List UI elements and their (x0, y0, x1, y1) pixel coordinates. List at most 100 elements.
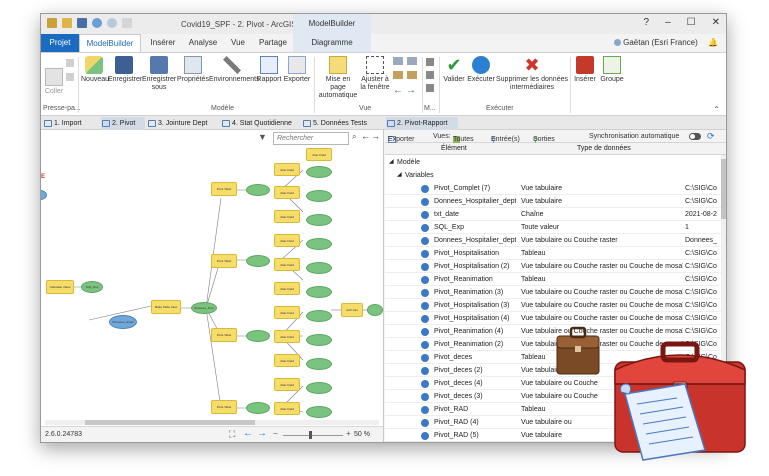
table-row[interactable]: Pivot_Reanimation (3) Vue tabulaire ou Co… (385, 286, 721, 299)
field-output-variable[interactable] (306, 166, 332, 178)
exporter-button[interactable]: Exporter (283, 56, 311, 84)
zoom-level[interactable]: 50 % (354, 431, 370, 438)
proprietes-button[interactable]: Propriétés (177, 56, 209, 84)
save-icon[interactable] (77, 18, 87, 28)
model-canvas[interactable]: ▼ Rechercher ⌕ ← → E Calculate Value SQL… (41, 130, 384, 442)
minimize-button[interactable]: – (665, 17, 671, 28)
table-row[interactable]: Pivot_Complet (7) Vue tabulaire C:\SIG\Co (385, 182, 721, 195)
pivot-output-variable[interactable] (246, 330, 270, 342)
donnees-hospi-input[interactable]: Donnees_Hospi (109, 315, 137, 329)
inserer-button[interactable]: Insérer (572, 56, 598, 84)
bell-icon[interactable]: 🔔 (708, 38, 718, 47)
nouveau-button[interactable]: Nouveau (81, 56, 109, 84)
table-row[interactable]: Donnees_Hospitalier_dept (Vue tabulaire C… (385, 195, 721, 208)
pivot-output-variable[interactable] (246, 184, 270, 196)
field-output-variable[interactable] (306, 286, 332, 298)
alter-field-tool[interactable]: Alter Field (274, 306, 300, 319)
lock-icon[interactable] (393, 71, 403, 79)
pivot-output-variable[interactable] (246, 255, 270, 267)
customize-icon[interactable] (122, 18, 132, 28)
alter-field-tool[interactable]: Alter Field (274, 163, 300, 176)
redo-icon[interactable] (107, 18, 117, 28)
expand-triangle-icon[interactable]: ◢ (389, 156, 394, 169)
tab-model-stat-quotidienne[interactable]: 4. Stat Quotidienne (221, 117, 299, 130)
grid-icon[interactable] (407, 57, 417, 65)
tab-vue[interactable]: Vue (223, 34, 253, 52)
table-row[interactable]: SQL_Exp Toute valeur 1 (385, 221, 721, 234)
field-output-variable[interactable] (306, 238, 332, 250)
table-row[interactable]: Pivot_Hospitalisation Tableau C:\SIG\Co (385, 247, 721, 260)
alter-field-tool[interactable]: Alter Field (274, 282, 300, 295)
alter-field-tool[interactable]: Alter Field (306, 148, 332, 161)
join-output-variable[interactable] (367, 304, 383, 316)
tab-analyse[interactable]: Analyse (183, 34, 223, 52)
table-row[interactable]: Pivot_Hospitalisation (3) Vue tabulaire o… (385, 299, 721, 312)
back-arrow-icon[interactable]: ← (243, 428, 253, 439)
environnements-button[interactable]: Environnements (209, 56, 260, 84)
sql-exp-variable[interactable]: SQL_Exp (81, 281, 103, 293)
field-output-variable[interactable] (306, 262, 332, 274)
supprimer-donnees-button[interactable]: ✖ Supprimer les données intermédiaires (496, 56, 568, 92)
paste-button[interactable]: Coller (43, 56, 65, 96)
tab-model-donnees-tests[interactable]: 5. Données Tests (302, 117, 382, 130)
table-row[interactable]: txt_date Chaîne 2021-08-2 (385, 208, 721, 221)
refresh-icon[interactable]: ⟳ (707, 131, 715, 142)
field-output-variable[interactable] (306, 214, 332, 226)
field-output-variable[interactable] (306, 310, 332, 322)
field-output-variable[interactable] (306, 334, 332, 346)
column-type[interactable]: Type de données (577, 145, 631, 152)
user-account[interactable]: Gaëtan (Esri France) 🔔 (613, 38, 718, 47)
alter-field-tool[interactable]: Alter Field (274, 186, 300, 199)
collapse-ribbon-icon[interactable]: ⌃ (713, 105, 720, 114)
pan-icon[interactable] (426, 71, 434, 79)
tab-diagramme[interactable]: Diagramme (293, 34, 371, 52)
connect-icon[interactable] (426, 84, 434, 92)
tree-node-modele[interactable]: ◢ Modèle (385, 156, 726, 169)
tab-partage[interactable]: Partage (253, 34, 293, 52)
table-row[interactable]: Pivot_Hospitalisation (2) Vue tabulaire o… (385, 260, 721, 273)
alter-field-tool[interactable]: Alter Field (274, 378, 300, 391)
mise-en-page-button[interactable]: Mise en page automatique (317, 56, 359, 100)
alter-field-tool[interactable]: Alter Field (274, 330, 300, 343)
table-row[interactable]: Pivot_Reanimation Tableau C:\SIG\Co (385, 273, 721, 286)
make-table-view-tool[interactable]: Make Table View (151, 300, 181, 314)
field-output-variable[interactable] (306, 406, 332, 418)
tab-modelbuilder[interactable]: ModelBuilder (79, 34, 141, 52)
executer-button[interactable]: Exécuter (467, 56, 495, 84)
pivot-table-tool[interactable]: Pivot Table (211, 254, 237, 268)
zoom-slider[interactable] (283, 431, 343, 439)
calculate-value-tool[interactable]: Calculate Value (46, 280, 74, 294)
pivot-table-tool[interactable]: Pivot Table (211, 328, 237, 342)
field-output-variable[interactable] (306, 190, 332, 202)
expand-triangle-icon[interactable]: ◢ (397, 169, 402, 182)
cut-icon[interactable] (66, 59, 74, 67)
scrollbar-thumb[interactable] (85, 420, 255, 425)
enregistrer-button[interactable]: Enregistrer (108, 56, 142, 84)
enregistrer-sous-button[interactable]: Enregistrer sous (142, 56, 176, 92)
forward-arrow-icon[interactable]: → (406, 85, 416, 96)
zoom-out-icon[interactable]: − (273, 429, 278, 438)
select-icon[interactable] (426, 58, 434, 66)
pivot-output-variable[interactable] (246, 402, 270, 414)
tree-node-variables[interactable]: ◢ Variables (385, 169, 726, 182)
sync-toggle[interactable] (689, 133, 701, 140)
zoom-slider-handle[interactable] (309, 431, 312, 439)
maximize-button[interactable]: ☐ (687, 17, 696, 28)
zoom-in-icon[interactable]: + (346, 429, 351, 438)
column-element[interactable]: Élément (441, 145, 467, 152)
close-button[interactable]: ✕ (712, 17, 720, 28)
horizontal-scrollbar[interactable] (45, 420, 379, 425)
alter-field-tool[interactable]: Alter Field (274, 402, 300, 415)
tab-projet[interactable]: Projet (41, 34, 79, 52)
field-output-variable[interactable] (306, 358, 332, 370)
lock-icon[interactable] (407, 71, 417, 79)
fit-extent-icon[interactable]: ⛶ (229, 429, 235, 440)
ajuster-button[interactable]: Ajuster à la fenêtre (359, 56, 391, 92)
help-button[interactable]: ? (644, 17, 650, 28)
alter-field-tool[interactable]: Alter Field (274, 258, 300, 271)
table-row[interactable]: Donnees_Hospitalier_dept_ Vue tabulaire o… (385, 234, 721, 247)
new-project-icon[interactable] (47, 18, 57, 28)
copy-icon[interactable] (66, 73, 74, 81)
add-join-tool[interactable]: Add Join (341, 303, 363, 317)
alter-field-tool[interactable]: Alter Field (274, 354, 300, 367)
